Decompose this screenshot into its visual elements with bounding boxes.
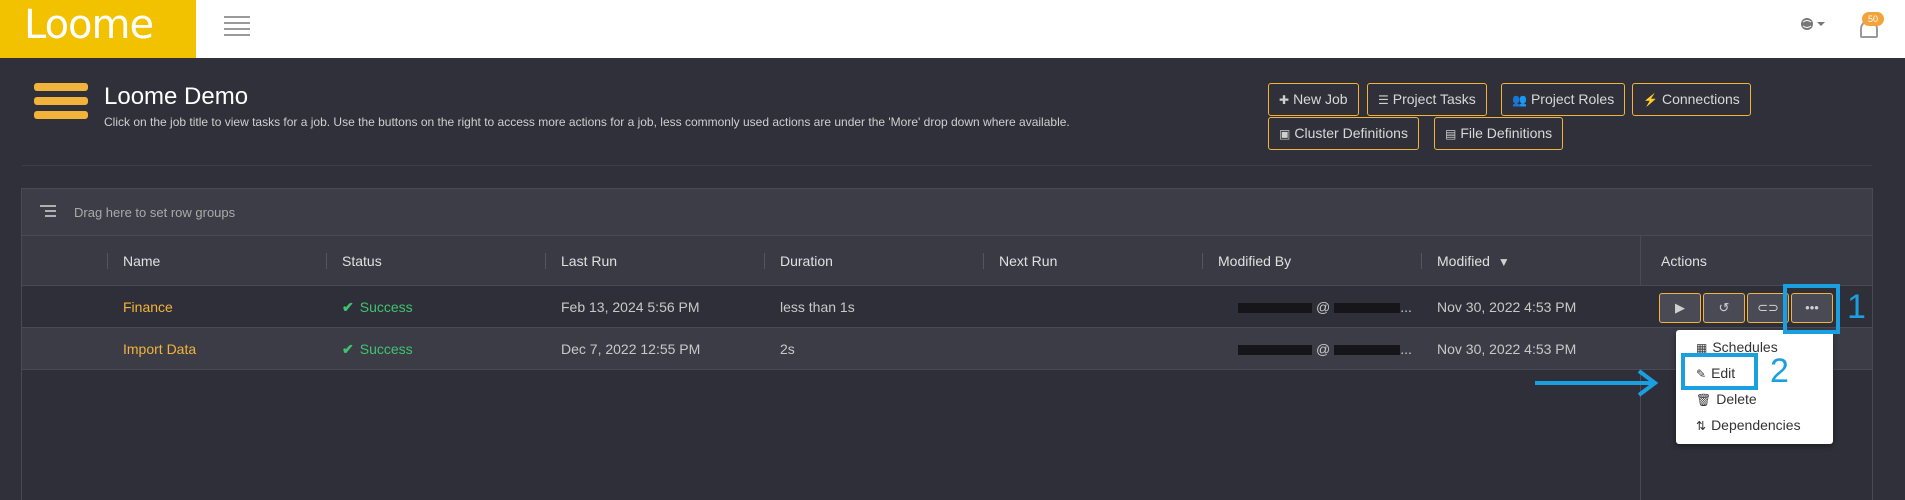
notification-badge: 50 (1862, 12, 1884, 26)
last-run-cell: Dec 7, 2022 12:55 PM (561, 341, 701, 357)
page-list-icon (34, 83, 88, 127)
last-run-cell: Feb 13, 2024 5:56 PM (561, 299, 700, 315)
connections-button[interactable]: ⚡ Connections (1632, 83, 1751, 116)
header-divider (22, 165, 1872, 166)
menu-icon[interactable] (224, 16, 250, 36)
column-header-modified[interactable]: Modified ▼ (1421, 236, 1640, 286)
menu-item-delete[interactable]: 🗑 Delete (1696, 387, 1757, 411)
project-roles-button[interactable]: 👥 Project Roles (1501, 83, 1626, 116)
file-definitions-button[interactable]: ▤ File Definitions (1434, 117, 1564, 150)
jobs-grid: Drag here to set row groups Name Status … (21, 188, 1873, 500)
annotation-number: 1 (1847, 288, 1866, 326)
top-bar: Loome 50 (0, 0, 1905, 58)
cluster-icon: ▣ (1279, 127, 1291, 141)
column-header-actions: Actions (1661, 253, 1707, 269)
annotation-highlight-more (1783, 284, 1840, 334)
logo-text: Loome (24, 2, 154, 48)
row-group-icon (40, 205, 56, 219)
column-header-modified-by[interactable]: Modified By (1202, 236, 1421, 286)
history-button[interactable]: ↺ (1703, 293, 1745, 323)
column-header-status[interactable]: Status (326, 236, 545, 286)
logo[interactable]: Loome (0, 0, 196, 58)
redacted-text (1334, 303, 1401, 314)
notifications-bell-icon[interactable]: 50 (1854, 12, 1884, 46)
row-group-placeholder: Drag here to set row groups (74, 205, 236, 220)
column-header-last-run[interactable]: Last Run (545, 236, 764, 286)
plus-icon: ✚ (1279, 93, 1290, 107)
new-job-button[interactable]: ✚ New Job (1268, 83, 1359, 116)
project-tasks-button[interactable]: ☰ Project Tasks (1367, 83, 1487, 116)
column-header-modified-label: Modified (1437, 253, 1490, 269)
status-cell: ✔ Success (342, 341, 413, 357)
history-icon: ↺ (1718, 300, 1730, 315)
plug-icon: ⚡ (1643, 93, 1658, 107)
column-header-duration[interactable]: Duration (764, 236, 983, 286)
check-icon: ✔ (342, 341, 354, 357)
page-subtitle: Click on the job title to view tasks for… (104, 115, 1070, 129)
duration-cell: less than 1s (780, 299, 855, 315)
modified-by-cell: @... (1222, 286, 1412, 328)
job-name-link[interactable]: Import Data (107, 328, 196, 370)
next-run-cell (983, 328, 999, 370)
grid-header-row: Name Status Last Run Duration Next Run M… (22, 236, 1872, 286)
sort-icon: ⇅ (1696, 419, 1707, 433)
file-icon: ▤ (1445, 127, 1457, 141)
globe-icon[interactable] (1800, 16, 1830, 36)
menu-item-dependencies[interactable]: ⇅ Dependencies (1696, 413, 1801, 437)
globe-dropdown-icon (1801, 18, 1825, 30)
users-icon: 👥 (1512, 93, 1527, 107)
annotation-number: 2 (1770, 352, 1789, 390)
trash-icon: 🗑 (1696, 393, 1712, 407)
column-header-name[interactable]: Name (107, 236, 326, 286)
redacted-text (1334, 345, 1401, 356)
next-run-cell (983, 286, 999, 328)
check-icon: ✔ (342, 299, 354, 315)
redacted-text (1238, 303, 1312, 314)
annotation-arrow-icon (1535, 369, 1659, 397)
annotation-highlight-edit (1681, 353, 1758, 390)
page-title: Loome Demo (104, 83, 249, 110)
tasks-icon: ☰ (1378, 93, 1389, 107)
column-header-next-run[interactable]: Next Run (983, 236, 1202, 286)
modified-by-cell: @... (1222, 328, 1412, 370)
table-row: Import Data ✔ Success Dec 7, 2022 12:55 P… (22, 328, 1872, 370)
run-job-button[interactable]: ▶ (1659, 293, 1701, 323)
table-row: Finance ✔ Success Feb 13, 2024 5:56 PM le… (22, 286, 1872, 328)
status-cell: ✔ Success (342, 299, 413, 315)
cluster-definitions-button[interactable]: ▣ Cluster Definitions (1268, 117, 1419, 150)
redacted-text (1238, 345, 1312, 356)
filter-icon[interactable]: ▼ (1498, 237, 1510, 287)
modified-cell: Nov 30, 2022 4:53 PM (1437, 341, 1577, 357)
row-group-drop-zone[interactable]: Drag here to set row groups (22, 189, 1872, 236)
play-icon: ▶ (1675, 300, 1685, 315)
duration-cell: 2s (780, 341, 795, 357)
job-name-link[interactable]: Finance (107, 286, 173, 328)
modified-cell: Nov 30, 2022 4:53 PM (1437, 299, 1577, 315)
toggle-icon: ⊂⊃ (1757, 300, 1779, 315)
